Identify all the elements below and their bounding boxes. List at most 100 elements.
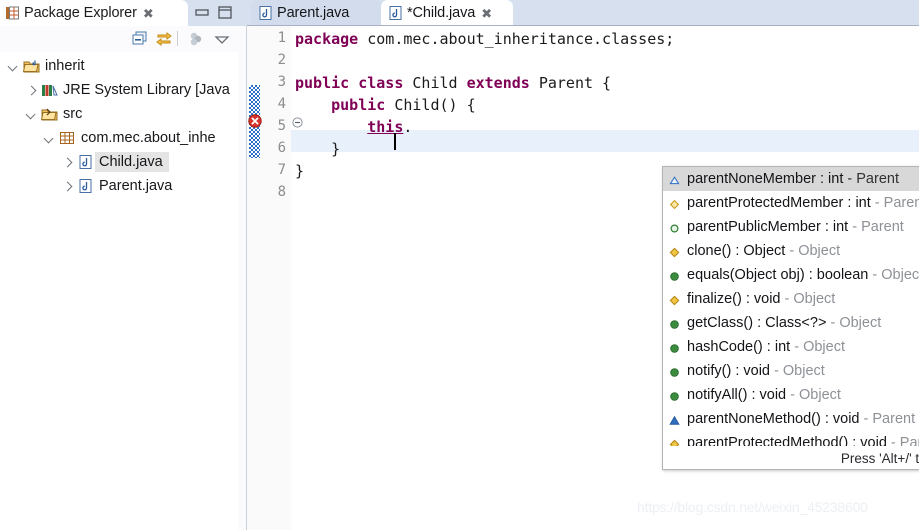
proposal-item-parentnonemethod[interactable]: parentNoneMethod() : void - Parent: [663, 407, 919, 431]
proposal-separator: -: [785, 243, 799, 259]
proposal-item-parentpublicmember[interactable]: parentPublicMember : int - Parent: [663, 215, 919, 239]
tab-label: *Child.java: [407, 5, 476, 21]
proposal-signature: finalize() : void: [687, 291, 781, 307]
tab-label: Parent.java: [277, 5, 350, 21]
proposal-item-notifyall[interactable]: notifyAll() : void - Object: [663, 383, 919, 407]
proposal-owner: Object: [798, 243, 841, 259]
tab-parent-java[interactable]: Parent.java: [251, 0, 381, 26]
chevron-down-icon[interactable]: [8, 61, 19, 72]
autocomplete-popup[interactable]: parentNoneMember : int - Parent parentPro…: [662, 166, 919, 470]
proposal-owner: Parent: [872, 411, 916, 427]
package-explorer-icon: [6, 6, 19, 20]
minimize-button[interactable]: [193, 4, 211, 22]
method-public-icon: [669, 366, 680, 377]
code-line-1: package com.mec.about_inheritance.classe…: [295, 30, 674, 48]
library-icon: [41, 82, 58, 98]
code-token: extends: [466, 74, 530, 92]
proposal-signature: clone() : Object: [687, 243, 786, 259]
proposal-item-equals[interactable]: equals(Object obj) : boolean - Object: [663, 263, 919, 287]
tree-item-inherit[interactable]: inherit: [0, 54, 246, 78]
proposal-item-getclass[interactable]: getClass() : Class<?> - Object: [663, 311, 919, 335]
proposal-owner: Parent: [861, 219, 904, 235]
proposal-item-parentprotectedmethod[interactable]: parentProtectedMethod() : void - Parent: [663, 431, 919, 447]
view-menu-chevron-down-icon[interactable]: [212, 30, 232, 48]
tree-item-label: JRE System Library [Java: [63, 82, 230, 98]
code-token: this: [367, 118, 404, 136]
error-marker-icon[interactable]: [248, 114, 262, 128]
proposal-item-finalize[interactable]: finalize() : void - Object: [663, 287, 919, 311]
line-number: 6: [277, 140, 286, 156]
proposal-label: clone() : Object - Object: [687, 243, 840, 259]
chevron-down-icon[interactable]: [26, 109, 37, 120]
proposal-label: parentNoneMember : int - Parent: [687, 171, 899, 187]
proposal-signature: equals(Object obj) : boolean: [687, 267, 869, 283]
tree-item-parent-java[interactable]: Parent.java: [0, 174, 246, 198]
proposal-signature: hashCode() : int: [687, 339, 791, 355]
proposal-label: equals(Object obj) : boolean - Object: [687, 267, 919, 283]
proposal-owner: Parent: [883, 195, 919, 211]
autocomplete-proposal-list[interactable]: parentNoneMember : int - Parent parentPro…: [663, 167, 919, 447]
editor-tab-bar: Parent.java *Child.java ✖: [247, 0, 919, 26]
proposal-owner: Parent: [856, 171, 899, 187]
watermark: https://blog.csdn.net/weixin_45238600: [637, 499, 868, 515]
proposal-item-notify[interactable]: notify() : void - Object: [663, 359, 919, 383]
proposal-signature: parentNoneMethod() : void: [687, 411, 860, 427]
error-squiggle: [356, 145, 390, 149]
proposal-item-parentnonemember[interactable]: parentNoneMember : int - Parent: [663, 167, 919, 191]
package-explorer-toolbar: [0, 26, 247, 52]
collapse-all-icon[interactable]: [131, 30, 151, 48]
focus-task-icon[interactable]: [186, 30, 206, 48]
tree-item-child-java[interactable]: Child.java: [0, 150, 246, 174]
close-icon[interactable]: ✖: [143, 7, 154, 20]
package-explorer-tab-bar: Package Explorer ✖: [0, 0, 247, 26]
chevron-right-icon[interactable]: [62, 181, 73, 192]
code-token: .: [403, 118, 413, 136]
code-token: }: [295, 162, 305, 180]
tree-item-com-mec-about-inhe[interactable]: com.mec.about_inhe: [0, 126, 246, 150]
proposal-signature: notify() : void: [687, 363, 770, 379]
proposal-label: parentProtectedMember : int - Parent: [687, 195, 919, 211]
proposal-label: hashCode() : int - Object: [687, 339, 845, 355]
field-default-icon: [669, 174, 680, 185]
tree-item-jre-system-library-java[interactable]: JRE System Library [Java: [0, 78, 246, 102]
method-default-icon: [669, 414, 680, 425]
code-token: }: [295, 140, 341, 158]
chevron-right-icon[interactable]: [62, 157, 73, 168]
tab-child-java[interactable]: *Child.java ✖: [381, 0, 513, 26]
line-number: 4: [277, 96, 286, 112]
code-token: public class: [295, 74, 404, 92]
tree-item-src[interactable]: src: [0, 102, 246, 126]
proposal-separator: -: [848, 219, 862, 235]
source-folder-icon: [40, 106, 58, 122]
java-file-icon: [259, 6, 272, 20]
proposal-separator: -: [786, 387, 800, 403]
proposal-owner: Object: [881, 267, 919, 283]
tab-package-explorer[interactable]: Package Explorer ✖: [0, 0, 188, 26]
tree-scroll-gutter: [238, 52, 246, 530]
java-project-icon: [22, 58, 40, 74]
annotation-ruler[interactable]: [247, 26, 263, 530]
proposal-owner: Object: [803, 339, 845, 355]
method-protected-icon: [669, 294, 680, 305]
proposal-owner: Object: [839, 315, 882, 331]
proposal-separator: -: [870, 195, 884, 211]
chevron-right-icon[interactable]: [26, 85, 37, 96]
code-token: Child() {: [385, 96, 476, 114]
line-number: 1: [277, 30, 286, 46]
close-icon[interactable]: ✖: [481, 7, 492, 20]
proposal-item-clone[interactable]: clone() : Object - Object: [663, 239, 919, 263]
editor-body[interactable]: 1 2 3 4 5 6 7 8 package com.mec.about_inheritan…: [247, 26, 919, 530]
code-token: Child: [403, 74, 467, 92]
link-with-editor-icon[interactable]: [154, 30, 174, 48]
method-public-icon: [669, 390, 680, 401]
chevron-down-icon[interactable]: [44, 133, 55, 144]
code-token: package: [295, 30, 359, 48]
code-line-4: public Child() {: [295, 96, 476, 114]
project-tree[interactable]: inherit JRE System Library [Java src com.me…: [0, 52, 246, 530]
proposal-item-hashcode[interactable]: hashCode() : int - Object: [663, 335, 919, 359]
method-protected-icon: [669, 246, 680, 257]
maximize-button[interactable]: [216, 4, 234, 22]
proposal-item-parentprotectedmember[interactable]: parentProtectedMember : int - Parent: [663, 191, 919, 215]
field-protected-icon: [669, 198, 680, 209]
toolbar-separator: [177, 31, 178, 46]
